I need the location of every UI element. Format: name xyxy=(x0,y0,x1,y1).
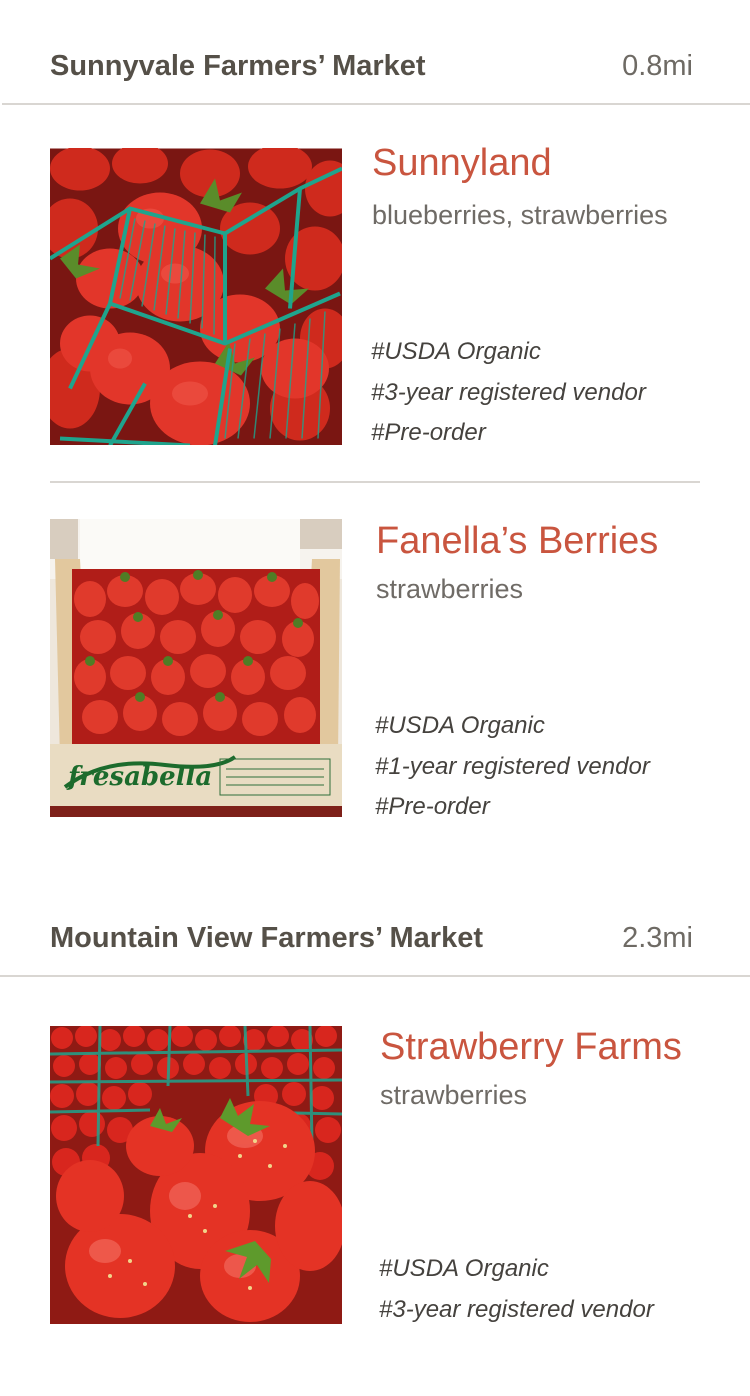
market-list-page: Sunnyvale Farmers’ Market 0.8mi Sunnylan… xyxy=(0,0,750,1396)
market-header-sunnyvale[interactable]: Sunnyvale Farmers’ Market 0.8mi xyxy=(0,48,750,98)
tag-organic: #USDA Organic xyxy=(379,1255,549,1282)
vendor-tags: #USDA Organic #3-year registered vendor xyxy=(379,1249,654,1330)
strawberry-baskets-photo[interactable] xyxy=(50,148,342,445)
vendor-tags: #USDA Organic #1-year registered vendor … xyxy=(375,706,650,828)
vendor-name[interactable]: Sunnyland xyxy=(372,141,552,185)
vendor-products: strawberries xyxy=(380,1080,528,1110)
market-header-mountain-view[interactable]: Mountain View Farmers’ Market 2.3mi xyxy=(0,920,750,970)
market-name: Mountain View Farmers’ Market xyxy=(50,922,483,954)
tag-preorder: #Pre-order xyxy=(375,793,490,820)
vendor-divider xyxy=(50,481,700,483)
market-divider xyxy=(2,103,750,105)
tag-registered: #1-year registered vendor xyxy=(375,752,650,780)
market-distance: 2.3mi xyxy=(622,922,693,954)
strawberry-crate-photo[interactable]: fresabella xyxy=(50,519,342,817)
tag-registered: #3-year registered vendor xyxy=(379,1295,654,1323)
vendor-name[interactable]: Strawberry Farms xyxy=(380,1025,682,1069)
market-name: Sunnyvale Farmers’ Market xyxy=(50,50,426,82)
vendor-name[interactable]: Fanella’s Berries xyxy=(376,519,658,563)
tag-organic: #USDA Organic xyxy=(371,338,541,365)
strawberry-closeup-photo[interactable] xyxy=(50,1026,342,1324)
crate-logo-text: fresabella xyxy=(66,762,212,792)
vendor-products: blueberries, strawberries xyxy=(372,200,668,230)
market-distance: 0.8mi xyxy=(622,50,693,82)
vendor-products: strawberries xyxy=(376,574,524,604)
tag-preorder: #Pre-order xyxy=(371,419,486,446)
vendor-tags: #USDA Organic #3-year registered vendor … xyxy=(371,332,646,454)
tag-registered: #3-year registered vendor xyxy=(371,378,646,406)
tag-organic: #USDA Organic xyxy=(375,712,545,739)
market-divider xyxy=(0,975,750,977)
